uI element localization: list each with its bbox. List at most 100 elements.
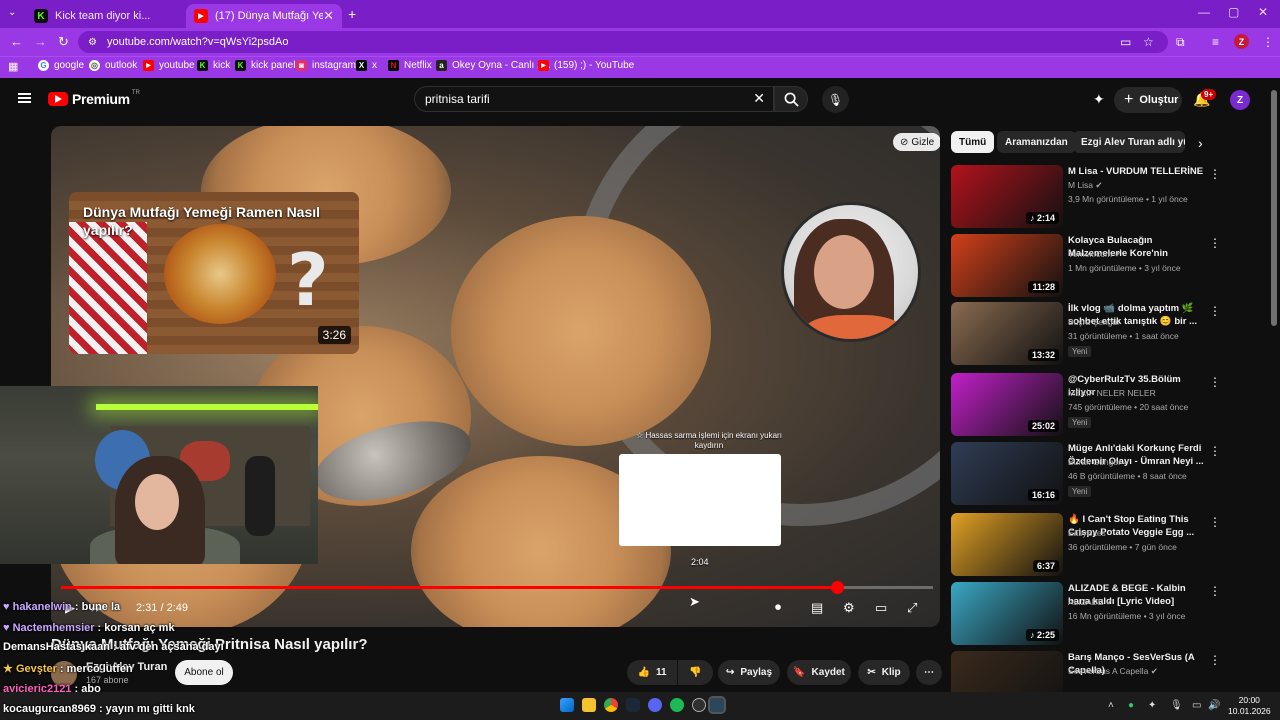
more-options-icon[interactable]: ⋮ [1209, 444, 1221, 458]
more-options-icon[interactable]: ⋮ [1209, 167, 1221, 181]
tray-mic-icon[interactable]: 🎙 [1170, 700, 1183, 711]
chrome-icon[interactable] [604, 698, 618, 712]
account-avatar[interactable]: Z [1230, 90, 1250, 110]
back-icon[interactable]: ← [10, 34, 23, 49]
apps-icon[interactable]: ▦ [8, 60, 18, 73]
recommendation-channel[interactable]: EasyBites [1068, 528, 1106, 538]
youtube-logo[interactable]: Premium TR [48, 90, 140, 107]
obs-icon[interactable] [692, 698, 706, 712]
autoplay-toggle-icon[interactable]: ⏺ [775, 600, 781, 615]
bookmark-google[interactable]: Ggoogle [38, 60, 84, 71]
video-thumbnail[interactable]: 11:28 [951, 234, 1063, 297]
recommendation-channel[interactable]: Burak Güngör ✔ [1068, 457, 1130, 468]
chip-from-search[interactable]: Aramanızdan [997, 131, 1076, 153]
search-button[interactable] [774, 86, 808, 112]
close-tab-icon[interactable]: ✕ [323, 8, 334, 24]
new-tab-icon[interactable]: + [348, 6, 356, 22]
bookmark-instagram[interactable]: ◙ instagram [296, 60, 356, 71]
video-thumbnail[interactable]: ♪ 2:25 [951, 582, 1063, 645]
more-actions-button[interactable]: ⋯ [916, 660, 942, 685]
hamburger-menu-icon[interactable] [18, 93, 31, 103]
recommendation-item[interactable]: ♪ 2:25 ALIZADE & BEGE - Kalbin bana kaldı… [951, 582, 1261, 648]
recommendation-channel[interactable]: ALIZADE ✔ [1068, 597, 1113, 608]
menu-icon[interactable]: ⋮ [1262, 35, 1274, 49]
recommendation-channel[interactable]: MEKİP NELER NELER [1068, 388, 1156, 398]
tray-network-icon[interactable]: ▭ [1192, 700, 1201, 711]
hide-overlay-button[interactable]: ⊘ Gizle [893, 133, 940, 151]
tab-kick[interactable]: K Kick team diyor ki... ✕ [26, 4, 204, 28]
recommendation-channel[interactable]: SesVerSus A Capella ✔ [1068, 666, 1158, 677]
fullscreen-icon[interactable]: ⤢ [907, 600, 917, 616]
recommendation-channel[interactable]: Yemek.com ✔ [1068, 249, 1122, 260]
maximize-icon[interactable]: ▢ [1228, 5, 1239, 19]
subtitles-icon[interactable]: ▤ [811, 600, 823, 616]
recommendation-title[interactable]: M Lisa - VURDUM TELLERİNE [1068, 165, 1208, 178]
progress-scrubber[interactable] [831, 581, 845, 594]
settings-icon[interactable]: ⚙ [843, 600, 855, 616]
bookmark-okey[interactable]: a Okey Oyna - Canlı 1... [436, 60, 551, 71]
create-button[interactable]: + Oluştur [1114, 87, 1182, 113]
tray-volume-icon[interactable]: 🔊 [1208, 700, 1220, 711]
steam-icon[interactable] [626, 698, 640, 712]
recommendation-channel[interactable]: M Lisa ✔ [1068, 180, 1103, 191]
video-thumbnail[interactable]: 16:16 [951, 442, 1063, 505]
tray-app-icon[interactable]: ✦ [1148, 700, 1156, 711]
forward-icon[interactable]: → [34, 34, 47, 49]
chip-from-channel[interactable]: Ezgi Alev Turan adlı yükl [1073, 131, 1185, 153]
more-options-icon[interactable]: ⋮ [1209, 375, 1221, 389]
end-screen-card[interactable]: ? Dünya Mutfağı Yemeği Ramen Nasıl yapıl… [69, 192, 359, 354]
bookmark-x[interactable]: Xx [356, 60, 377, 71]
video-thumbnail[interactable]: ♪ 2:14 [951, 165, 1063, 228]
bookmark-kick-panel[interactable]: Kkick panel [235, 60, 295, 71]
progress-bar[interactable] [61, 581, 933, 594]
voice-search-button[interactable]: 🎙 [822, 86, 849, 113]
clear-search-icon[interactable]: ✕ [753, 90, 765, 107]
file-explorer-icon[interactable] [582, 698, 596, 712]
recommendation-item[interactable]: 16:16 Müge Anlı'daki Korkunç Ferdi Özdemi… [951, 442, 1261, 508]
windows-start-icon[interactable] [560, 698, 574, 712]
more-options-icon[interactable]: ⋮ [1209, 515, 1221, 529]
cast-icon[interactable]: ✦ [1093, 91, 1105, 108]
bookmark-youtube-159[interactable]: ▶ (159) ;) - YouTube [538, 60, 634, 71]
tab-search-icon[interactable]: ⌄ [8, 7, 16, 18]
recommendation-item[interactable]: 6:37 🔥 I Can't Stop Eating This Crispy Po… [951, 513, 1261, 579]
profile-avatar[interactable]: Z [1234, 34, 1249, 49]
install-icon[interactable]: ▭ [1120, 35, 1131, 49]
reload-icon[interactable]: ↻ [58, 34, 69, 50]
bookmark-netflix[interactable]: N Netflix [388, 60, 432, 71]
dislike-button[interactable]: 👎 [678, 660, 713, 685]
recommendation-item[interactable]: 25:02 @CyberRulzTv 35.Bölüm izliyor MEKİP … [951, 373, 1261, 439]
close-window-icon[interactable]: ✕ [1258, 5, 1268, 19]
media-icon[interactable]: ≡ [1212, 35, 1219, 49]
video-thumbnail[interactable]: 25:02 [951, 373, 1063, 436]
chevron-right-icon[interactable]: › [1198, 135, 1203, 151]
more-options-icon[interactable]: ⋮ [1209, 304, 1221, 318]
tray-app-icon[interactable]: ● [1128, 700, 1134, 711]
subscribe-button[interactable]: Abone ol [175, 660, 233, 685]
steam-active-icon[interactable] [708, 696, 726, 714]
site-info-icon[interactable]: ⚙ [88, 37, 97, 48]
share-button[interactable]: ↪ Paylaş [718, 660, 780, 685]
search-input[interactable]: pritnisa tarifi ✕ [414, 86, 774, 112]
bookmark-star-icon[interactable]: ☆ [1143, 35, 1154, 49]
address-bar[interactable]: ⚙ youtube.com/watch?v=qWsYi2psdAo [78, 31, 1168, 53]
recommendation-item[interactable]: 11:28 Kolayca Bulacağın Malzemelerle Kore… [951, 234, 1261, 300]
spotify-icon[interactable] [670, 698, 684, 712]
chip-all[interactable]: Tümü [951, 131, 995, 153]
save-button[interactable]: 🔖 Kaydet [787, 660, 851, 685]
recommendation-channel[interactable]: Büşra Şengül [1068, 317, 1119, 327]
recommendation-item[interactable]: 13:32 İlk vlog 📹 dolma yaptım 🌿 sohbet et… [951, 302, 1261, 368]
more-options-icon[interactable]: ⋮ [1209, 584, 1221, 598]
more-options-icon[interactable]: ⋮ [1209, 653, 1221, 667]
taskbar-clock[interactable]: 20:00 10.01.2026 [1228, 695, 1271, 717]
discord-icon[interactable] [648, 698, 662, 712]
like-button[interactable]: 👍 11 [627, 660, 677, 685]
bookmark-youtube[interactable]: ▶ youtube [143, 60, 195, 71]
bookmark-outlook[interactable]: ◎ outlook [89, 60, 137, 71]
video-thumbnail[interactable]: 13:32 [951, 302, 1063, 365]
bookmark-kick[interactable]: Kkick [197, 60, 230, 71]
tray-chevron-icon[interactable]: ˄ [1108, 700, 1114, 711]
video-thumbnail[interactable]: 6:37 [951, 513, 1063, 576]
scrollbar[interactable] [1271, 90, 1277, 326]
theater-mode-icon[interactable]: ▭ [875, 600, 887, 616]
